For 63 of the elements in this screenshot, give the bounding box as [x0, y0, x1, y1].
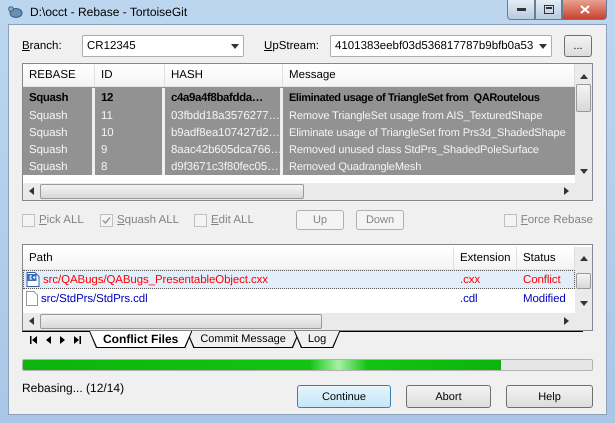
- vertical-scrollbar[interactable]: [575, 64, 592, 183]
- branch-label: Branch:: [22, 40, 63, 52]
- scroll-up-arrow-icon[interactable]: [580, 74, 588, 79]
- minimize-button[interactable]: [507, 0, 535, 20]
- scroll-left-arrow-icon[interactable]: [29, 186, 34, 194]
- checkmark-icon: [102, 216, 111, 224]
- status-text: Rebasing... (12/14): [22, 381, 124, 395]
- table-cell-text: Modified: [522, 292, 567, 306]
- scroll-up-arrow-icon[interactable]: [580, 256, 588, 261]
- browse-button[interactable]: ...: [564, 35, 592, 57]
- scroll-right-arrow-icon[interactable]: [564, 316, 569, 324]
- vertical-scrollbar[interactable]: [575, 247, 592, 313]
- maximize-button[interactable]: [535, 0, 562, 20]
- dialog-button[interactable]: Help: [506, 385, 593, 408]
- cpp-file-icon: [26, 272, 40, 287]
- scroll-thumb[interactable]: [40, 314, 322, 329]
- dialog-button[interactable]: Continue: [297, 385, 391, 408]
- horizontal-scrollbar[interactable]: [23, 313, 592, 330]
- horizontal-scrollbar[interactable]: [23, 183, 592, 200]
- dialog-button[interactable]: Abort: [406, 385, 491, 408]
- column-header[interactable]: Path: [23, 247, 454, 269]
- scroll-down-arrow-icon[interactable]: [539, 44, 547, 48]
- table-cell: Squash: [23, 158, 95, 175]
- tab[interactable]: Log: [294, 331, 340, 347]
- close-button[interactable]: [562, 0, 607, 20]
- file-icon: [26, 291, 38, 306]
- close-icon: [580, 5, 590, 14]
- table-cell-text: .cdl: [459, 292, 478, 306]
- minimize-icon: [516, 8, 526, 11]
- table-cell-text: .cxx: [459, 272, 482, 288]
- scroll-down-arrow-icon[interactable]: [580, 169, 588, 174]
- scroll-down-arrow-icon[interactable]: [231, 44, 239, 48]
- scroll-left-arrow-icon[interactable]: [29, 316, 34, 324]
- table-cell-text: Conflict: [522, 272, 562, 288]
- table-cell-text: Remove TriangleSet usage from AIS_TexturedShape: [288, 108, 544, 124]
- column-header[interactable]: Extension: [454, 247, 517, 269]
- maximize-icon: [544, 5, 554, 14]
- branch-dropdown[interactable]: CR12345: [82, 35, 244, 57]
- column-header[interactable]: HASH: [165, 64, 283, 86]
- file-path: src/QABugs/QABugs_PresentableObject.cxx: [43, 274, 268, 286]
- column-header[interactable]: REBASE: [23, 64, 95, 86]
- scroll-down-arrow-icon[interactable]: [580, 301, 588, 306]
- column-header[interactable]: ID: [95, 64, 165, 86]
- scroll-right-arrow-icon[interactable]: [564, 186, 569, 194]
- upstream-label: UpStream:: [264, 40, 320, 52]
- upstream-dropdown[interactable]: 4101383eebf03d536817787b9bfb0a53: [330, 35, 552, 57]
- table-cell-text: Eliminate usage of TriangleSet from Prs3d_ShadedShape: [288, 126, 567, 140]
- scroll-thumb[interactable]: [576, 272, 591, 288]
- window-title: D:\occt - Rebase - TortoiseGit: [30, 5, 188, 19]
- turtle-icon: [8, 5, 24, 19]
- previous-icon[interactable]: [46, 336, 51, 344]
- table-cell: d9f3671c3f80fec05…: [165, 158, 283, 175]
- next-icon[interactable]: [60, 336, 65, 344]
- scroll-thumb[interactable]: [576, 84, 591, 112]
- first-page-icon[interactable]: [30, 336, 37, 344]
- table-cell-text: Removed QuadrangleMesh: [288, 160, 422, 174]
- scroll-thumb[interactable]: [40, 184, 304, 199]
- table-cell-text: Removed unused class StdPrs_ShadedPoleSurface: [288, 142, 540, 158]
- table-cell-text: Eliminated usage of TriangleSet from QARoutelous: [288, 90, 541, 106]
- file-path: src/StdPrs/StdPrs.cdl: [41, 292, 148, 304]
- tab[interactable]: Conflict Files: [90, 331, 192, 347]
- table-cell: 8: [95, 158, 165, 175]
- last-page-icon[interactable]: [74, 336, 81, 344]
